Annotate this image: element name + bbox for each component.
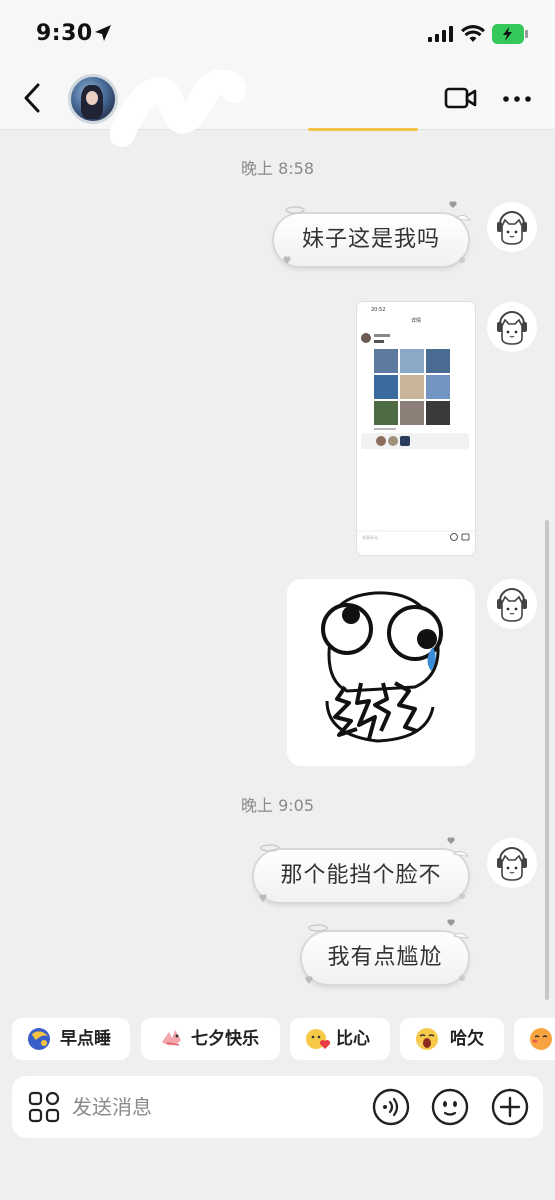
cellular-signal-icon bbox=[428, 26, 453, 42]
add-plus-icon[interactable] bbox=[491, 1088, 529, 1126]
screenshot-time: 20:52 bbox=[371, 307, 385, 313]
location-arrow-icon bbox=[95, 25, 111, 41]
image-message-meme[interactable] bbox=[287, 579, 475, 766]
quick-reply-chip[interactable]: 哈欠 bbox=[400, 1018, 504, 1060]
video-call-icon[interactable] bbox=[444, 86, 478, 110]
back-arrow-icon[interactable] bbox=[20, 82, 44, 114]
quick-reply-chip-partial[interactable] bbox=[514, 1018, 555, 1060]
cat-headphones-icon bbox=[497, 311, 527, 345]
cat-headphones-icon bbox=[497, 847, 527, 881]
header-accent-line bbox=[308, 128, 418, 131]
bird-emoji-icon bbox=[162, 1030, 181, 1046]
apps-grid-icon[interactable] bbox=[28, 1091, 60, 1123]
chat-scrollbar[interactable] bbox=[545, 520, 549, 1000]
status-bar: 9:30 bbox=[0, 0, 555, 64]
cat-headphones-icon bbox=[497, 588, 527, 622]
bubble-decoration-icon bbox=[259, 837, 470, 902]
crying-meme-sticker bbox=[321, 591, 443, 743]
message-input[interactable] bbox=[72, 1090, 352, 1124]
voice-message-icon[interactable] bbox=[372, 1088, 410, 1126]
image-message-screenshot[interactable]: 20:52 详情 发表评论... bbox=[357, 302, 475, 555]
home-indicator-area bbox=[0, 1140, 555, 1200]
emoji-icon[interactable] bbox=[431, 1088, 469, 1126]
self-avatar[interactable] bbox=[487, 579, 537, 629]
blush-emoji-icon bbox=[530, 1028, 552, 1050]
heart-hands-emoji-icon bbox=[306, 1029, 330, 1049]
chat-header bbox=[0, 64, 555, 147]
screenshot-comment-placeholder: 发表评论... bbox=[362, 534, 382, 540]
self-avatar[interactable] bbox=[487, 302, 537, 352]
yawn-emoji-icon bbox=[416, 1028, 438, 1050]
screenshot-thumbnail: 20:52 详情 发表评论... bbox=[357, 302, 475, 555]
battery-charging-icon bbox=[492, 24, 528, 44]
quick-reply-chip[interactable]: 七夕快乐 bbox=[141, 1018, 280, 1060]
message-timestamp: 晚上 9:05 bbox=[240, 796, 315, 815]
status-time: 9:30 bbox=[36, 21, 93, 46]
quick-reply-chip[interactable]: 早点睡 bbox=[12, 1018, 130, 1060]
message-timestamp: 晚上 8:58 bbox=[240, 159, 315, 178]
quick-reply-bar: 早点睡 七夕快乐 比心 哈欠 bbox=[0, 1018, 555, 1062]
quick-reply-chip[interactable]: 比心 bbox=[290, 1018, 390, 1060]
self-avatar[interactable] bbox=[487, 202, 537, 252]
screenshot-title: 详情 bbox=[411, 317, 421, 324]
bubble-decoration-icon bbox=[305, 919, 470, 984]
bubble-decoration-icon bbox=[283, 201, 472, 264]
message-input-bar bbox=[12, 1076, 543, 1138]
wifi-icon bbox=[461, 25, 485, 42]
redacted-contact-name bbox=[110, 70, 246, 147]
more-options-icon[interactable] bbox=[503, 96, 531, 102]
cat-headphones-icon bbox=[497, 211, 527, 245]
self-avatar[interactable] bbox=[487, 838, 537, 888]
moon-emoji-icon bbox=[28, 1028, 50, 1050]
